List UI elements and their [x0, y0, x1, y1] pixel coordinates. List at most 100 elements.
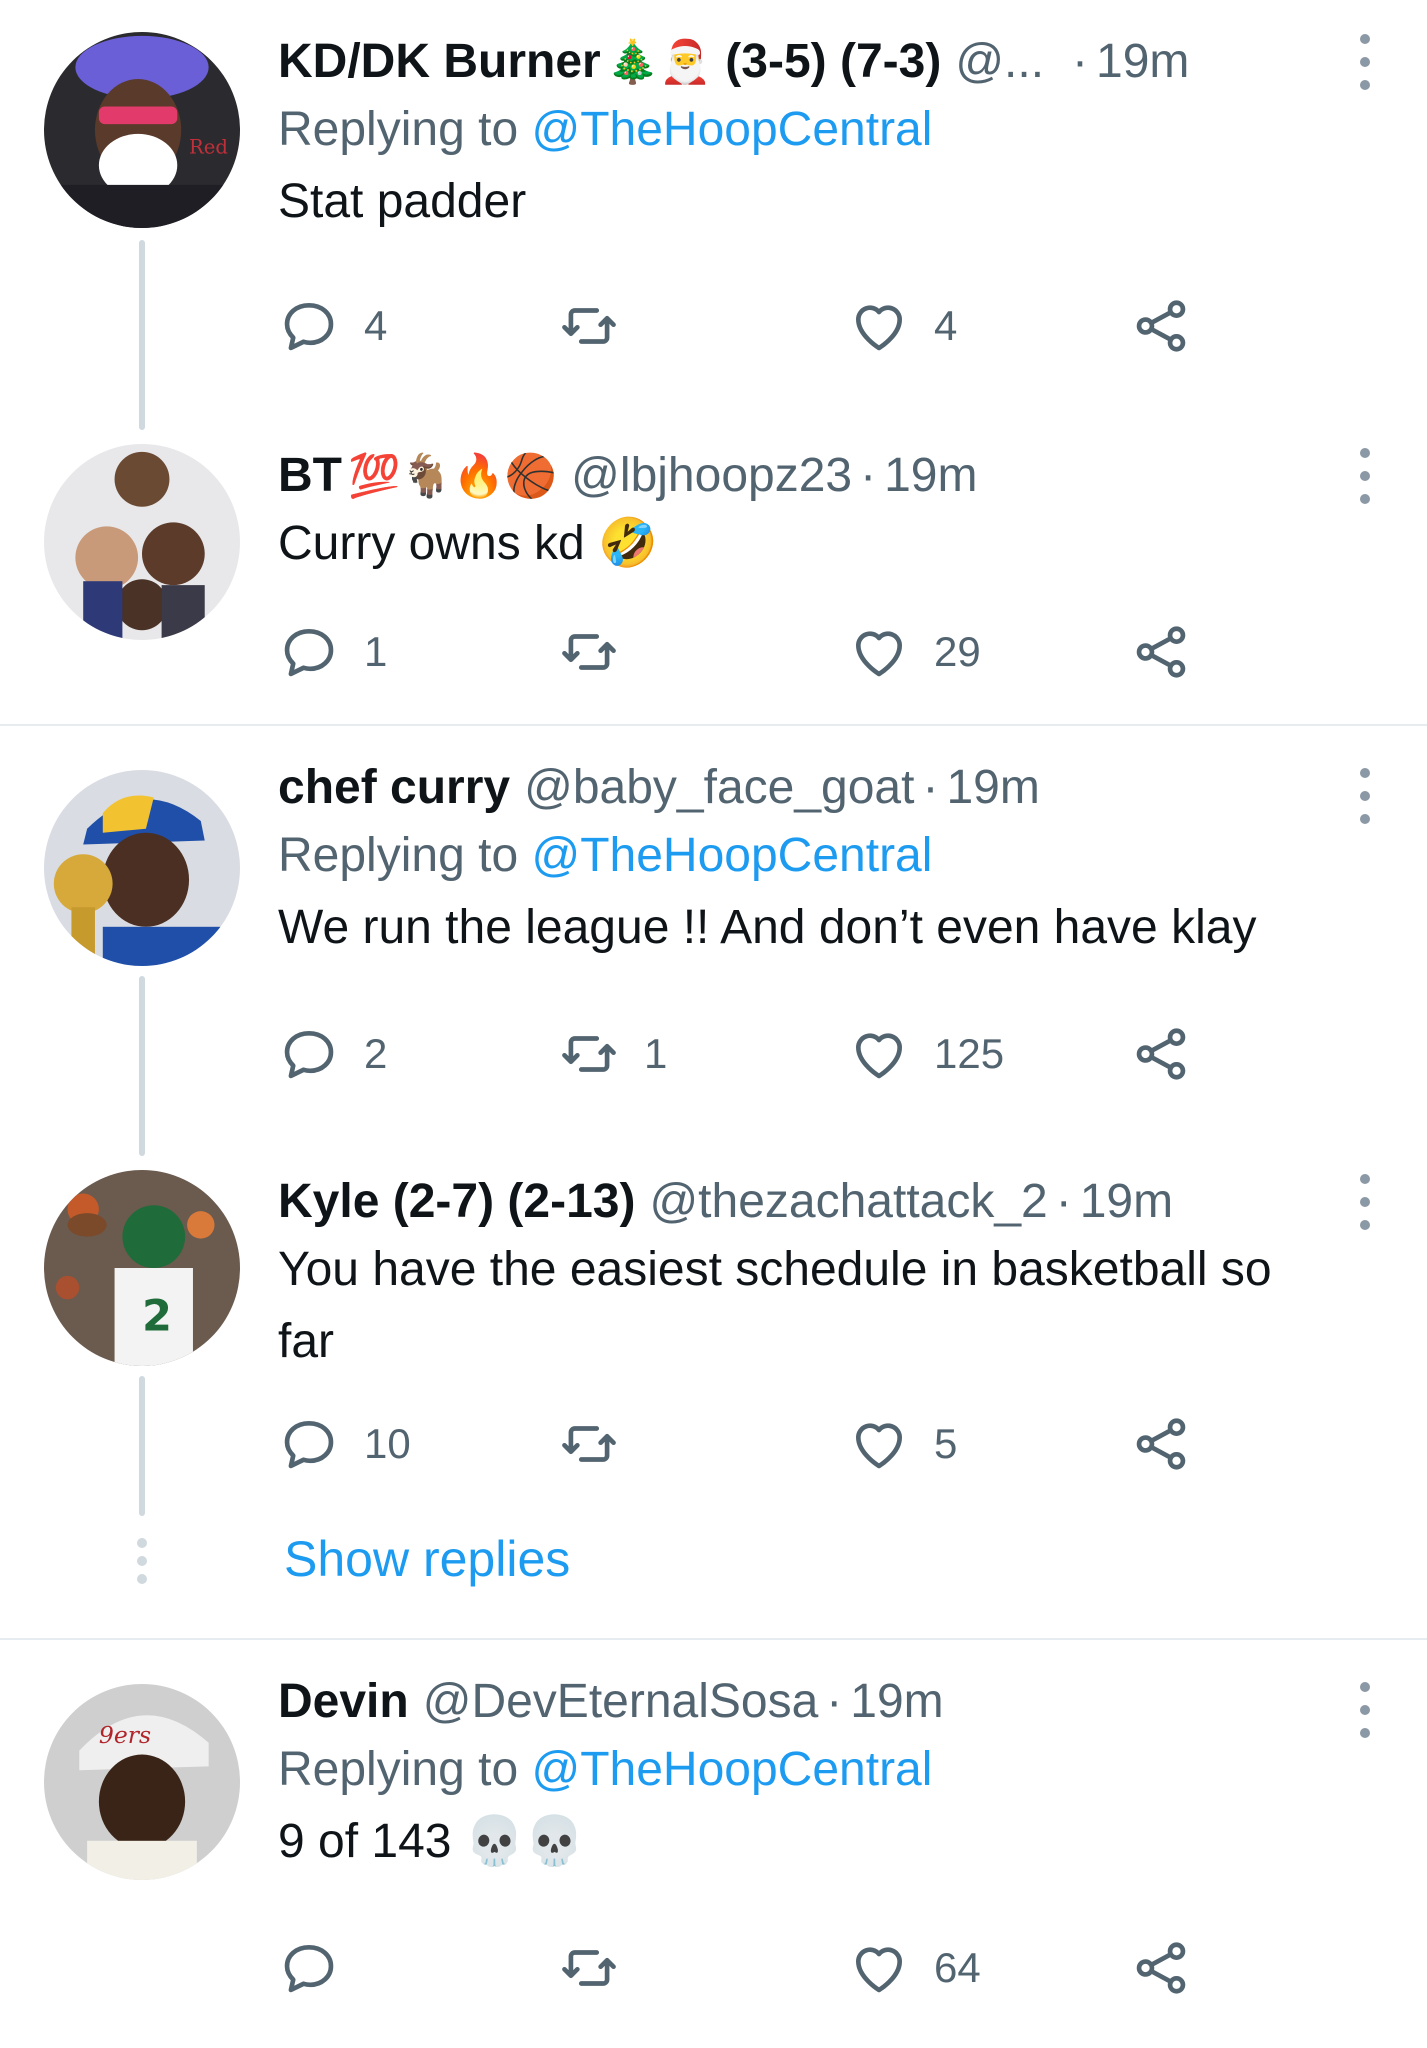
tweet-text: Stat padder [278, 175, 527, 228]
like-count: 4 [934, 302, 958, 349]
timestamp[interactable]: 19m [884, 444, 977, 508]
mention-link[interactable]: @TheHoopCentral [531, 1743, 932, 1796]
reply-button[interactable] [278, 1930, 364, 2006]
more-options-icon[interactable] [1359, 34, 1371, 90]
reply-button[interactable]: 2 [278, 1016, 387, 1092]
avatar[interactable] [44, 770, 240, 966]
show-replies-link[interactable]: Show replies [284, 1524, 570, 1594]
display-name-suffix[interactable]: (3-5) (7-3) [725, 30, 941, 94]
reply-button[interactable]: 1 [278, 614, 387, 690]
retweet-button[interactable] [558, 614, 644, 690]
heart-icon [856, 305, 902, 351]
share-icon [1136, 1418, 1186, 1470]
reply-icon [284, 303, 334, 351]
thread-line [139, 240, 145, 430]
heart-icon [856, 1423, 902, 1469]
display-name[interactable]: KD/DK Burner [278, 30, 601, 94]
reply-count: 10 [364, 1420, 411, 1467]
retweet-button[interactable] [558, 1930, 644, 2006]
avatar[interactable]: Red [44, 32, 240, 228]
timestamp[interactable]: 19m [850, 1670, 943, 1734]
more-options-icon[interactable] [1359, 768, 1371, 824]
svg-text:9ers: 9ers [99, 1721, 151, 1749]
like-button[interactable]: 64 [848, 1930, 981, 2006]
tweet[interactable]: Red KD/DK Burner 🎄🎅 (3-5) (7-3) @... · 1… [0, 0, 1427, 430]
like-count: 125 [934, 1030, 1005, 1077]
retweet-count: 1 [644, 1030, 668, 1077]
retweet-icon [562, 634, 616, 670]
replying-to: Replying to @TheHoopCentral [278, 1734, 1387, 1806]
replying-to: Replying to @TheHoopCentral [278, 820, 1387, 892]
avatar-image: 9ers [44, 1684, 240, 1880]
like-count: 64 [934, 1944, 981, 1991]
avatar[interactable]: 9ers [44, 1684, 240, 1880]
display-name[interactable]: Devin [278, 1670, 409, 1734]
tweet[interactable]: 2 Kyle (2-7) (2-13) @thezachattack_2 · 1… [0, 1156, 1427, 1587]
tweet-text: 9 of 143 💀💀 [278, 1815, 585, 1868]
like-button[interactable]: 125 [848, 1016, 1004, 1092]
action-bar: 10 5 [278, 1406, 1238, 1482]
share-button[interactable] [1130, 614, 1192, 690]
handle[interactable]: @... [955, 30, 1044, 94]
separator: · [1055, 1175, 1072, 1228]
avatar[interactable]: 2 [44, 1170, 240, 1366]
share-button[interactable] [1130, 1930, 1192, 2006]
display-name[interactable]: Kyle (2-7) (2-13) [278, 1170, 635, 1234]
reply-count: 1 [364, 628, 388, 675]
like-button[interactable]: 4 [848, 288, 957, 364]
separator: · [860, 449, 877, 502]
like-button[interactable]: 5 [848, 1406, 957, 1482]
mention-link[interactable]: @TheHoopCentral [531, 829, 932, 882]
separator: · [922, 761, 939, 814]
reply-button[interactable]: 4 [278, 288, 387, 364]
name-emojis: 💯🐐🔥🏀 [347, 451, 558, 500]
svg-text:2: 2 [142, 1292, 172, 1342]
share-icon [1136, 1942, 1186, 1994]
heart-icon [856, 1947, 902, 1993]
replying-prefix: Replying to [278, 103, 519, 156]
timestamp[interactable]: 19m [1080, 1170, 1173, 1234]
handle[interactable]: @thezachattack_2 [649, 1170, 1047, 1234]
avatar-image [44, 444, 240, 640]
tweet[interactable]: 9ers Devin @DevEternalSosa · 19m Replyin… [0, 1640, 1427, 2048]
action-bar: 4 4 [278, 288, 1238, 364]
display-name[interactable]: chef curry [278, 756, 510, 820]
avatar-image: 2 [44, 1170, 240, 1366]
timestamp[interactable]: 19m [1096, 30, 1189, 94]
avatar[interactable] [44, 444, 240, 640]
tweet-text: We run the league !! And don’t even have… [278, 901, 1257, 954]
retweet-button[interactable] [558, 1406, 644, 1482]
tweet[interactable]: chef curry @baby_face_goat · 19m Replyin… [0, 726, 1427, 1156]
retweet-icon [562, 1426, 616, 1462]
reply-icon [284, 629, 334, 677]
handle[interactable]: @DevEternalSosa [423, 1670, 819, 1734]
timestamp[interactable]: 19m [946, 756, 1039, 820]
more-options-icon[interactable] [1359, 1174, 1371, 1230]
like-count: 29 [934, 628, 981, 675]
reply-button[interactable]: 10 [278, 1406, 411, 1482]
tweet[interactable]: BT 💯🐐🔥🏀 @lbjhoopz23 · 19m Curry owns kd … [0, 430, 1427, 726]
like-count: 5 [934, 1420, 958, 1467]
share-button[interactable] [1130, 1016, 1192, 1092]
reply-count: 2 [364, 1030, 388, 1077]
share-button[interactable] [1130, 288, 1192, 364]
action-bar: 2 1 125 [278, 1016, 1238, 1092]
mention-link[interactable]: @TheHoopCentral [531, 103, 932, 156]
share-button[interactable] [1130, 1406, 1192, 1482]
action-bar: 1 29 [278, 614, 1238, 690]
reply-thread: Red KD/DK Burner 🎄🎅 (3-5) (7-3) @... · 1… [0, 0, 1427, 2048]
share-icon [1136, 300, 1186, 352]
more-options-icon[interactable] [1359, 448, 1371, 504]
share-icon [1136, 1028, 1186, 1080]
retweet-icon [562, 1036, 616, 1072]
thread-continuation-dots [136, 1538, 148, 1584]
retweet-icon [562, 1950, 616, 1986]
svg-text:Red: Red [189, 136, 228, 159]
handle[interactable]: @baby_face_goat [524, 756, 914, 820]
display-name[interactable]: BT [278, 444, 342, 508]
like-button[interactable]: 29 [848, 614, 981, 690]
more-options-icon[interactable] [1359, 1682, 1371, 1738]
retweet-button[interactable]: 1 [558, 1016, 667, 1092]
handle[interactable]: @lbjhoopz23 [571, 444, 852, 508]
retweet-button[interactable] [558, 288, 644, 364]
